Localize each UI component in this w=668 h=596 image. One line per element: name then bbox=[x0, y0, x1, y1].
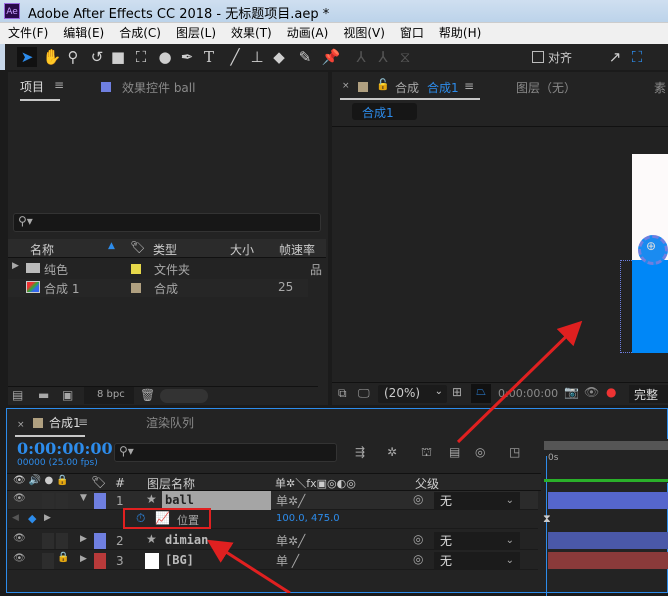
arrow-to-viewer bbox=[456, 320, 583, 444]
annotation-arrows bbox=[206, 320, 583, 593]
arrow-to-dimian-layer bbox=[206, 539, 291, 593]
